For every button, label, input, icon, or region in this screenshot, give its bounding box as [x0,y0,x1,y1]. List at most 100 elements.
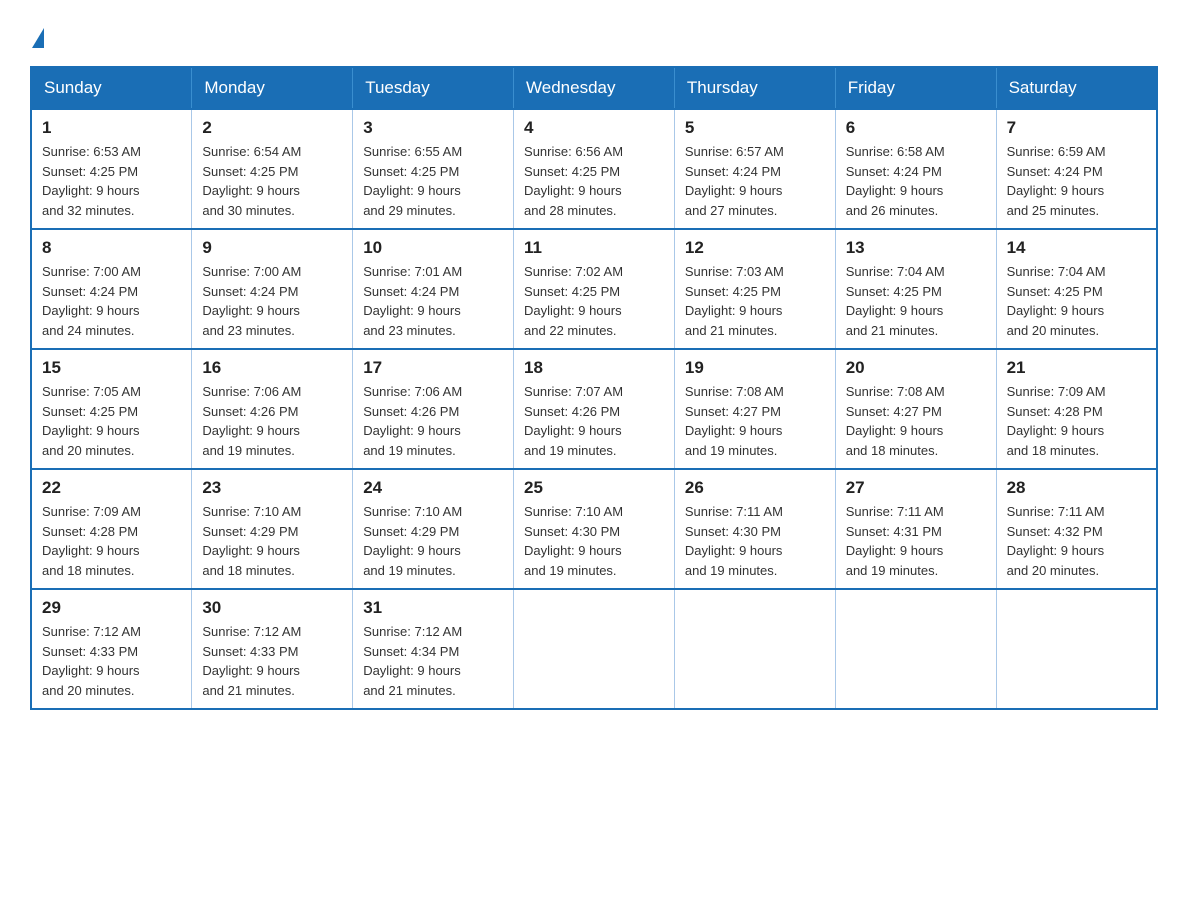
day-info: Sunrise: 7:10 AMSunset: 4:30 PMDaylight:… [524,502,664,580]
page-header [30,30,1158,46]
calendar-week-row: 29 Sunrise: 7:12 AMSunset: 4:33 PMDayligh… [31,589,1157,709]
day-number: 4 [524,118,664,138]
calendar-week-row: 22 Sunrise: 7:09 AMSunset: 4:28 PMDayligh… [31,469,1157,589]
day-number: 17 [363,358,503,378]
day-info: Sunrise: 7:11 AMSunset: 4:32 PMDaylight:… [1007,502,1146,580]
calendar-cell: 9 Sunrise: 7:00 AMSunset: 4:24 PMDaylight… [192,229,353,349]
weekday-header-wednesday: Wednesday [514,67,675,109]
calendar-cell: 8Sunrise: 7:00 AMSunset: 4:24 PMDaylight… [31,229,192,349]
day-number: 16 [202,358,342,378]
day-info: Sunrise: 6:54 AMSunset: 4:25 PMDaylight:… [202,142,342,220]
calendar-cell: 15 Sunrise: 7:05 AMSunset: 4:25 PMDayligh… [31,349,192,469]
day-number: 13 [846,238,986,258]
calendar-cell: 20Sunrise: 7:08 AMSunset: 4:27 PMDayligh… [835,349,996,469]
day-info: Sunrise: 7:06 AMSunset: 4:26 PMDaylight:… [202,382,342,460]
day-info: Sunrise: 7:12 AMSunset: 4:33 PMDaylight:… [202,622,342,700]
day-number: 3 [363,118,503,138]
day-info: Sunrise: 7:04 AMSunset: 4:25 PMDaylight:… [846,262,986,340]
calendar-cell: 19 Sunrise: 7:08 AMSunset: 4:27 PMDayligh… [674,349,835,469]
calendar-cell: 22 Sunrise: 7:09 AMSunset: 4:28 PMDayligh… [31,469,192,589]
calendar-cell: 12 Sunrise: 7:03 AMSunset: 4:25 PMDayligh… [674,229,835,349]
day-info: Sunrise: 7:10 AMSunset: 4:29 PMDaylight:… [202,502,342,580]
day-number: 20 [846,358,986,378]
calendar-week-row: 8 Sunrise: 7:00 AMSunset: 4:24 PMDaylight… [31,229,1157,349]
day-number: 26 [685,478,825,498]
calendar-cell: 13 Sunrise: 7:04 AMSunset: 4:25 PMDayligh… [835,229,996,349]
calendar-cell: 26 Sunrise: 7:11 AMSunset: 4:30 PMDayligh… [674,469,835,589]
day-info: Sunrise: 7:12 AMSunset: 4:33 PMDaylight:… [42,622,181,700]
calendar-cell [835,589,996,709]
calendar-cell: 14 Sunrise: 7:04 AMSunset: 4:25 PMDayligh… [996,229,1157,349]
day-info: Sunrise: 7:09 AMSunset: 4:28 PMDaylight:… [42,502,181,580]
calendar-cell: 30 Sunrise: 7:12 AMSunset: 4:33 PMDayligh… [192,589,353,709]
day-number: 29 [42,598,181,618]
day-number: 1 [42,118,181,138]
day-info: Sunrise: 7:06 AMSunset: 4:26 PMDaylight:… [363,382,503,460]
day-number: 2 [202,118,342,138]
calendar-cell: 11 Sunrise: 7:02 AMSunset: 4:25 PMDayligh… [514,229,675,349]
calendar-week-row: 1Sunrise: 6:53 AMSunset: 4:25 PMDaylight… [31,109,1157,229]
calendar-cell [514,589,675,709]
logo [30,30,46,46]
day-info: Sunrise: 6:55 AMSunset: 4:25 PMDaylight:… [363,142,503,220]
calendar-cell: 21Sunrise: 7:09 AMSunset: 4:28 PMDayligh… [996,349,1157,469]
calendar-cell: 2 Sunrise: 6:54 AMSunset: 4:25 PMDaylight… [192,109,353,229]
day-info: Sunrise: 7:09 AMSunset: 4:28 PMDaylight:… [1007,382,1146,460]
day-number: 10 [363,238,503,258]
calendar-cell: 23 Sunrise: 7:10 AMSunset: 4:29 PMDayligh… [192,469,353,589]
day-number: 7 [1007,118,1146,138]
weekday-header-row: SundayMondayTuesdayWednesdayThursdayFrid… [31,67,1157,109]
day-info: Sunrise: 7:11 AMSunset: 4:30 PMDaylight:… [685,502,825,580]
calendar-cell: 6Sunrise: 6:58 AMSunset: 4:24 PMDaylight… [835,109,996,229]
day-number: 23 [202,478,342,498]
day-info: Sunrise: 7:01 AMSunset: 4:24 PMDaylight:… [363,262,503,340]
day-number: 19 [685,358,825,378]
weekday-header-monday: Monday [192,67,353,109]
calendar-cell: 28 Sunrise: 7:11 AMSunset: 4:32 PMDayligh… [996,469,1157,589]
day-info: Sunrise: 7:10 AMSunset: 4:29 PMDaylight:… [363,502,503,580]
day-number: 25 [524,478,664,498]
weekday-header-saturday: Saturday [996,67,1157,109]
calendar-cell: 27Sunrise: 7:11 AMSunset: 4:31 PMDayligh… [835,469,996,589]
calendar-cell: 7 Sunrise: 6:59 AMSunset: 4:24 PMDaylight… [996,109,1157,229]
calendar-table: SundayMondayTuesdayWednesdayThursdayFrid… [30,66,1158,710]
day-number: 8 [42,238,181,258]
day-info: Sunrise: 7:12 AMSunset: 4:34 PMDaylight:… [363,622,503,700]
calendar-cell: 18 Sunrise: 7:07 AMSunset: 4:26 PMDayligh… [514,349,675,469]
day-number: 11 [524,238,664,258]
calendar-cell: 4 Sunrise: 6:56 AMSunset: 4:25 PMDaylight… [514,109,675,229]
weekday-header-friday: Friday [835,67,996,109]
day-info: Sunrise: 6:59 AMSunset: 4:24 PMDaylight:… [1007,142,1146,220]
day-info: Sunrise: 7:03 AMSunset: 4:25 PMDaylight:… [685,262,825,340]
calendar-cell: 24 Sunrise: 7:10 AMSunset: 4:29 PMDayligh… [353,469,514,589]
day-info: Sunrise: 7:00 AMSunset: 4:24 PMDaylight:… [202,262,342,340]
calendar-week-row: 15 Sunrise: 7:05 AMSunset: 4:25 PMDayligh… [31,349,1157,469]
day-info: Sunrise: 7:08 AMSunset: 4:27 PMDaylight:… [685,382,825,460]
calendar-cell [674,589,835,709]
day-number: 15 [42,358,181,378]
day-number: 22 [42,478,181,498]
day-info: Sunrise: 6:58 AMSunset: 4:24 PMDaylight:… [846,142,986,220]
day-info: Sunrise: 7:05 AMSunset: 4:25 PMDaylight:… [42,382,181,460]
calendar-cell: 25 Sunrise: 7:10 AMSunset: 4:30 PMDayligh… [514,469,675,589]
day-number: 30 [202,598,342,618]
calendar-cell: 5Sunrise: 6:57 AMSunset: 4:24 PMDaylight… [674,109,835,229]
day-number: 31 [363,598,503,618]
day-info: Sunrise: 7:07 AMSunset: 4:26 PMDaylight:… [524,382,664,460]
calendar-cell: 17 Sunrise: 7:06 AMSunset: 4:26 PMDayligh… [353,349,514,469]
day-number: 28 [1007,478,1146,498]
day-info: Sunrise: 7:02 AMSunset: 4:25 PMDaylight:… [524,262,664,340]
weekday-header-thursday: Thursday [674,67,835,109]
day-number: 14 [1007,238,1146,258]
day-number: 18 [524,358,664,378]
day-info: Sunrise: 7:11 AMSunset: 4:31 PMDaylight:… [846,502,986,580]
day-info: Sunrise: 7:04 AMSunset: 4:25 PMDaylight:… [1007,262,1146,340]
logo-triangle-icon [32,28,44,48]
calendar-cell: 1Sunrise: 6:53 AMSunset: 4:25 PMDaylight… [31,109,192,229]
day-number: 12 [685,238,825,258]
day-number: 9 [202,238,342,258]
day-number: 5 [685,118,825,138]
day-info: Sunrise: 6:56 AMSunset: 4:25 PMDaylight:… [524,142,664,220]
weekday-header-tuesday: Tuesday [353,67,514,109]
day-number: 24 [363,478,503,498]
